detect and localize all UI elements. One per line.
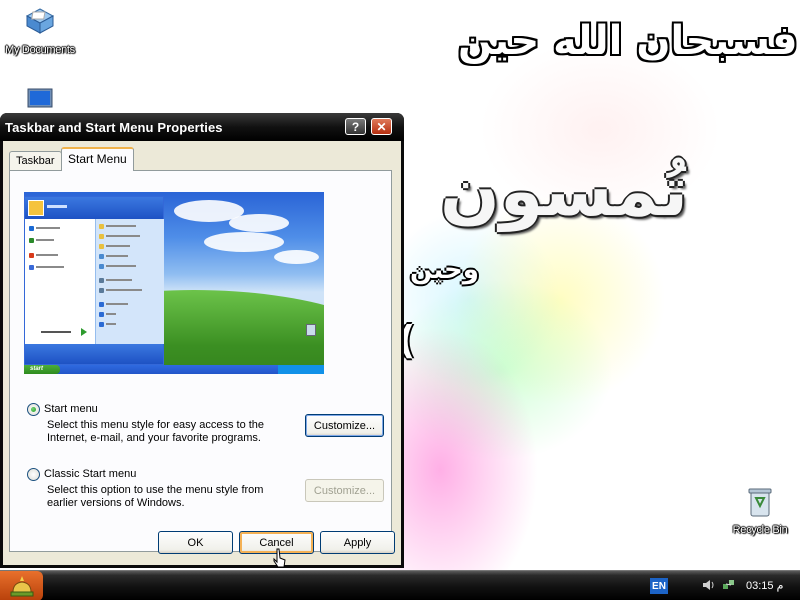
wallpaper-text-line1: فسبحان الله حين	[458, 18, 798, 64]
preview-recycle-bin-icon	[306, 324, 316, 336]
recycle-bin-icon	[748, 488, 772, 517]
dialog-titlebar[interactable]: Taskbar and Start Menu Properties ? ✕	[0, 113, 404, 141]
close-button[interactable]: ✕	[371, 118, 392, 135]
start-logo-icon	[10, 576, 33, 597]
tab-taskbar[interactable]: Taskbar	[9, 151, 62, 170]
taskbar-properties-dialog: Taskbar and Start Menu Properties ? ✕ Ta…	[0, 113, 404, 568]
help-button[interactable]: ?	[345, 118, 366, 135]
preview-start-button: start	[24, 365, 60, 374]
my-documents-label: My Documents	[5, 44, 75, 56]
start-menu-tab-panel: start Start menu Select this menu style …	[9, 170, 392, 552]
customize-classic-menu-button: Customize...	[305, 479, 384, 502]
apply-button[interactable]: Apply	[320, 531, 395, 554]
classic-start-menu-description: Select this option to use the menu style…	[47, 484, 264, 509]
my-documents-shortcut[interactable]: My Documents	[0, 6, 80, 56]
my-computer-shortcut[interactable]	[0, 88, 80, 115]
mouse-cursor-icon	[273, 548, 286, 568]
start-button[interactable]	[0, 571, 43, 600]
start-menu-radio[interactable]	[27, 403, 40, 416]
tab-start-menu[interactable]: Start Menu	[61, 147, 134, 171]
classic-start-menu-radio-label[interactable]: Classic Start menu	[44, 468, 136, 480]
start-menu-radio-label[interactable]: Start menu	[44, 403, 98, 415]
classic-start-menu-radio[interactable]	[27, 468, 40, 481]
close-icon: ✕	[376, 119, 387, 134]
my-documents-icon	[25, 8, 55, 34]
volume-icon[interactable]	[702, 578, 716, 592]
system-tray: EN 03:15 م	[640, 571, 800, 600]
recycle-bin-shortcut[interactable]: Recycle Bin	[720, 486, 800, 536]
help-icon: ?	[351, 119, 360, 134]
computer-icon	[27, 88, 53, 108]
clock[interactable]: 03:15 م	[746, 579, 783, 592]
wallpaper-text-line3: وحين	[410, 255, 479, 285]
network-icon[interactable]	[722, 578, 736, 592]
preview-user-avatar	[28, 200, 44, 216]
language-indicator[interactable]: EN	[650, 578, 668, 594]
recycle-bin-label: Recycle Bin	[732, 524, 788, 536]
preview-start-menu	[24, 196, 164, 365]
start-menu-preview: start	[24, 192, 324, 374]
customize-start-menu-button[interactable]: Customize...	[305, 414, 384, 437]
taskbar: EN 03:15 م	[0, 570, 800, 600]
start-menu-description: Select this menu style for easy access t…	[47, 419, 265, 444]
desktop[interactable]: My Documents Recycle Bin فسبحان الله حين…	[0, 0, 800, 570]
wallpaper-text-line2: تُمسون	[440, 150, 689, 232]
ok-button[interactable]: OK	[158, 531, 233, 554]
dialog-title: Taskbar and Start Menu Properties	[5, 119, 223, 135]
dialog-client-area: Taskbar Start Menu start Start menu Sele…	[3, 141, 401, 565]
